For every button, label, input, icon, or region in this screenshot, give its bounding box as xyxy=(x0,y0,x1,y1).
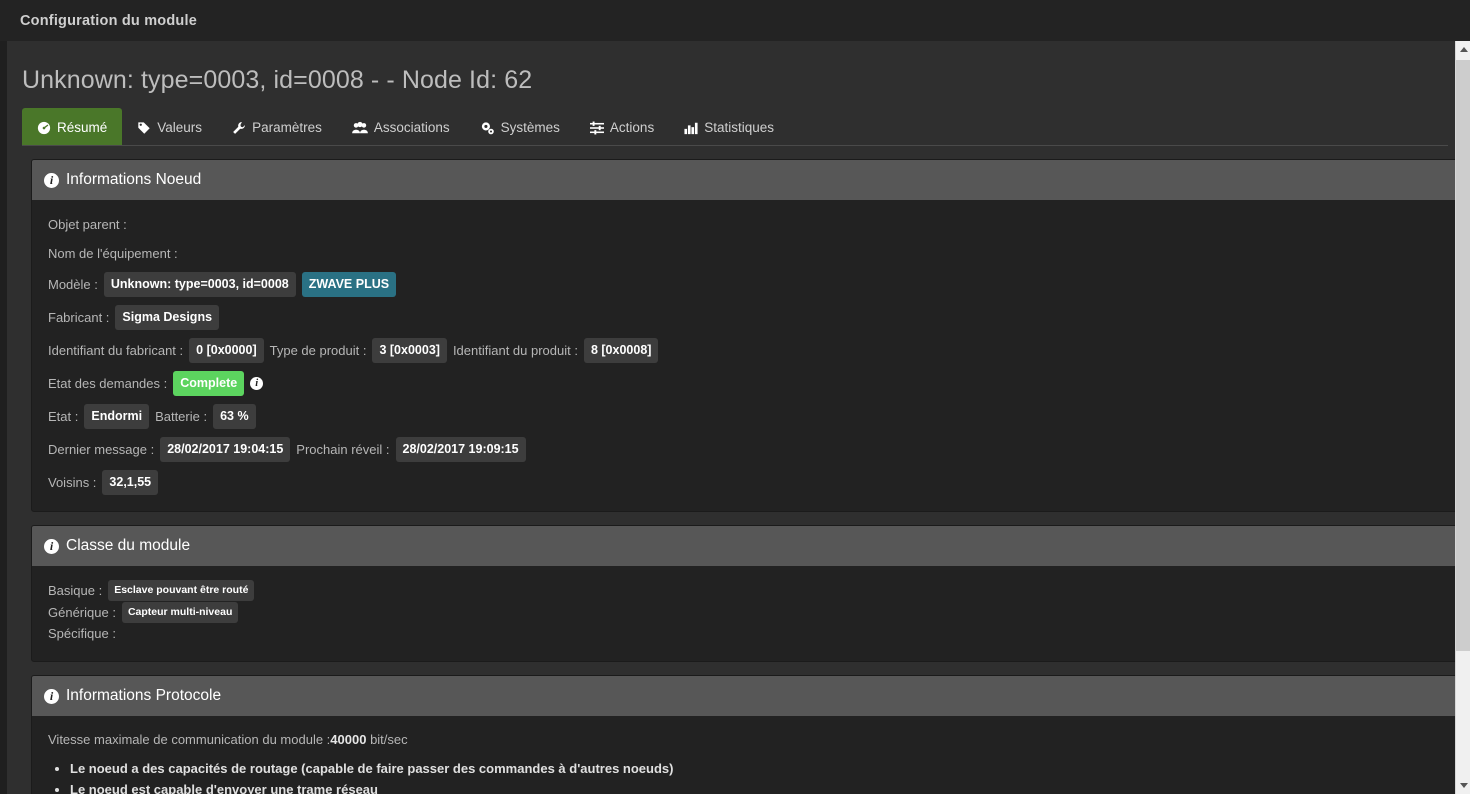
tab-label: Statistiques xyxy=(704,120,774,135)
label-voisins: Voisins : xyxy=(48,475,97,490)
badge-basique: Esclave pouvant être routé xyxy=(108,580,255,601)
panel-node-info-header: i Informations Noeud xyxy=(32,160,1458,200)
protocol-speed-line: Vitesse maximale de communication du mod… xyxy=(48,732,1442,747)
row-fabricant: Fabricant : Sigma Designs xyxy=(48,305,1442,330)
badge-identifiant-fabricant: 0 [0x0000] xyxy=(189,338,264,363)
row-modele: Modèle : Unknown: type=0003, id=0008 ZWA… xyxy=(48,272,1442,297)
badge-etat: Endormi xyxy=(84,404,150,429)
badge-zwave-plus: ZWAVE PLUS xyxy=(301,272,397,297)
badge-voisins: 32,1,55 xyxy=(102,470,159,495)
panel-module-class-body: Basique : Esclave pouvant être routé Gén… xyxy=(32,566,1458,661)
tab-systemes[interactable]: Systèmes xyxy=(465,108,575,145)
tab-label: Actions xyxy=(609,120,655,135)
panel-node-info-body: Objet parent : Nom de l'équipement : Mod… xyxy=(32,200,1458,511)
protocol-speed-value: 40000 xyxy=(330,732,367,747)
gears-icon xyxy=(480,121,495,135)
wrench-icon xyxy=(232,121,246,135)
label-generique: Générique : xyxy=(48,604,116,620)
label-identifiant-produit: Identifiant du produit : xyxy=(452,343,578,358)
badge-identifiant-produit: 8 [0x0008] xyxy=(583,338,659,363)
chevron-up-icon xyxy=(1459,47,1468,52)
protocol-capability-list: Le noeud a des capacités de routage (cap… xyxy=(48,759,1442,794)
panel-module-class: i Classe du module Basique : Esclave pou… xyxy=(31,525,1459,662)
badge-prochain-reveil: 28/02/2017 19:09:15 xyxy=(395,437,526,462)
protocol-speed-suffix: bit/sec xyxy=(366,732,408,747)
label-objet-parent: Objet parent : xyxy=(48,217,127,232)
label-type-produit: Type de produit : xyxy=(269,343,367,358)
panel-protocol-info-body: Vitesse maximale de communication du mod… xyxy=(32,716,1458,794)
page-container: Unknown: type=0003, id=0008 - - Node Id:… xyxy=(0,41,1470,794)
label-basique: Basique : xyxy=(48,582,103,598)
panel-module-class-header: i Classe du module xyxy=(32,526,1458,566)
label-identifiant-fabricant: Identifiant du fabricant : xyxy=(48,343,184,358)
info-icon: i xyxy=(44,688,59,704)
label-dernier-message: Dernier message : xyxy=(48,442,155,457)
tab-resume[interactable]: Résumé xyxy=(22,108,123,145)
row-etat-batterie: Etat : Endormi Batterie : 63 % xyxy=(48,404,1442,429)
tab-label: Résumé xyxy=(57,120,108,135)
window-title: Configuration du module xyxy=(20,12,197,29)
row-messages: Dernier message : 28/02/2017 19:04:15 Pr… xyxy=(48,437,1442,462)
tab-actions[interactable]: Actions xyxy=(575,108,669,145)
badge-batterie: 63 % xyxy=(213,404,256,429)
vertical-scrollbar[interactable] xyxy=(1455,41,1470,794)
row-generique: Générique : Capteur multi-niveau xyxy=(48,602,1442,623)
label-etat: Etat : xyxy=(48,409,79,424)
scrollbar-down-button[interactable] xyxy=(1456,777,1470,794)
row-etat-demandes: Etat des demandes : Complete i xyxy=(48,371,1442,396)
sliders-icon xyxy=(589,121,604,135)
label-prochain-reveil: Prochain réveil : xyxy=(296,442,390,457)
row-basique: Basique : Esclave pouvant être routé xyxy=(48,580,1442,601)
panel-module-class-title: Classe du module xyxy=(66,537,191,554)
tag-icon xyxy=(137,121,151,135)
bar-chart-icon xyxy=(684,121,698,135)
badge-modele: Unknown: type=0003, id=0008 xyxy=(103,272,296,297)
status-badge-etat-demandes: Complete xyxy=(173,371,245,396)
row-specifique: Spécifique : xyxy=(48,624,1442,644)
label-nom-equipement: Nom de l'équipement : xyxy=(48,246,178,261)
badge-generique: Capteur multi-niveau xyxy=(121,602,239,623)
label-specifique: Spécifique : xyxy=(48,626,116,641)
badge-dernier-message: 28/02/2017 19:04:15 xyxy=(160,437,291,462)
panel-protocol-info: i Informations Protocole Vitesse maximal… xyxy=(31,675,1459,794)
row-objet-parent: Objet parent : xyxy=(48,214,1442,235)
tab-label: Valeurs xyxy=(157,120,203,135)
label-batterie: Batterie : xyxy=(155,409,208,424)
window-titlebar: Configuration du module xyxy=(0,0,1470,41)
panel-node-info-title: Informations Noeud xyxy=(66,171,202,188)
tab-statistiques[interactable]: Statistiques xyxy=(669,108,789,145)
label-etat-demandes: Etat des demandes : xyxy=(48,376,168,391)
label-modele: Modèle : xyxy=(48,277,98,292)
page-inner: Unknown: type=0003, id=0008 - - Node Id:… xyxy=(7,41,1459,794)
info-icon-etat-demandes[interactable]: i xyxy=(250,377,264,390)
tab-label: Systèmes xyxy=(500,120,560,135)
panel-node-info: i Informations Noeud Objet parent : Nom … xyxy=(31,159,1459,512)
tab-label: Paramètres xyxy=(252,120,322,135)
chevron-down-icon xyxy=(1459,783,1468,788)
tab-bar: Résumé Valeurs Paramètres Associations S… xyxy=(22,108,1448,146)
list-item: Le noeud a des capacités de routage (cap… xyxy=(70,759,1442,779)
info-icon: i xyxy=(44,172,59,188)
info-icon: i xyxy=(44,538,59,554)
dashboard-icon xyxy=(37,121,51,135)
row-voisins: Voisins : 32,1,55 xyxy=(48,470,1442,495)
tab-parametres[interactable]: Paramètres xyxy=(217,108,337,145)
row-identifiants: Identifiant du fabricant : 0 [0x0000] Ty… xyxy=(48,338,1442,363)
scrollbar-thumb[interactable] xyxy=(1456,60,1470,651)
tab-label: Associations xyxy=(373,120,450,135)
row-nom-equipement: Nom de l'équipement : xyxy=(48,243,1442,264)
tab-valeurs[interactable]: Valeurs xyxy=(122,108,217,145)
panel-protocol-info-header: i Informations Protocole xyxy=(32,676,1458,716)
badge-fabricant: Sigma Designs xyxy=(115,305,220,330)
tab-associations[interactable]: Associations xyxy=(337,108,465,145)
badge-type-produit: 3 [0x0003] xyxy=(372,338,447,363)
panel-protocol-info-title: Informations Protocole xyxy=(66,687,222,704)
page-title: Unknown: type=0003, id=0008 - - Node Id:… xyxy=(22,66,533,94)
list-item: Le noeud est capable d'envoyer une trame… xyxy=(70,780,1442,794)
protocol-speed-prefix: Vitesse maximale de communication du mod… xyxy=(48,732,331,747)
label-fabricant: Fabricant : xyxy=(48,310,110,325)
users-icon xyxy=(351,121,368,135)
scrollbar-up-button[interactable] xyxy=(1456,41,1470,58)
